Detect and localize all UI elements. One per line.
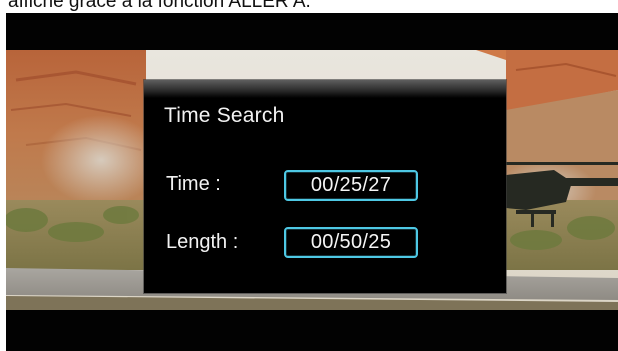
time-search-dialog: Time Search Time : 00/25/27 Length : 00/… [144, 80, 506, 293]
time-label: Time : [166, 173, 221, 195]
letterbox-top [6, 13, 618, 50]
video-screen: Time Search Time : 00/25/27 Length : 00/… [6, 13, 618, 351]
length-label: Length : [166, 231, 239, 253]
letterbox-bottom [6, 310, 618, 351]
caption-text: affiche grâce à la fonction A​LLER A. [8, 0, 311, 12]
time-field[interactable]: 00/25/27 [284, 170, 418, 201]
dialog-title: Time Search [164, 104, 285, 127]
dialog-header-gradient [144, 80, 506, 98]
page: affiche grâce à la fonction A​LLER A. [0, 0, 618, 351]
length-field[interactable]: 00/50/25 [284, 227, 418, 258]
